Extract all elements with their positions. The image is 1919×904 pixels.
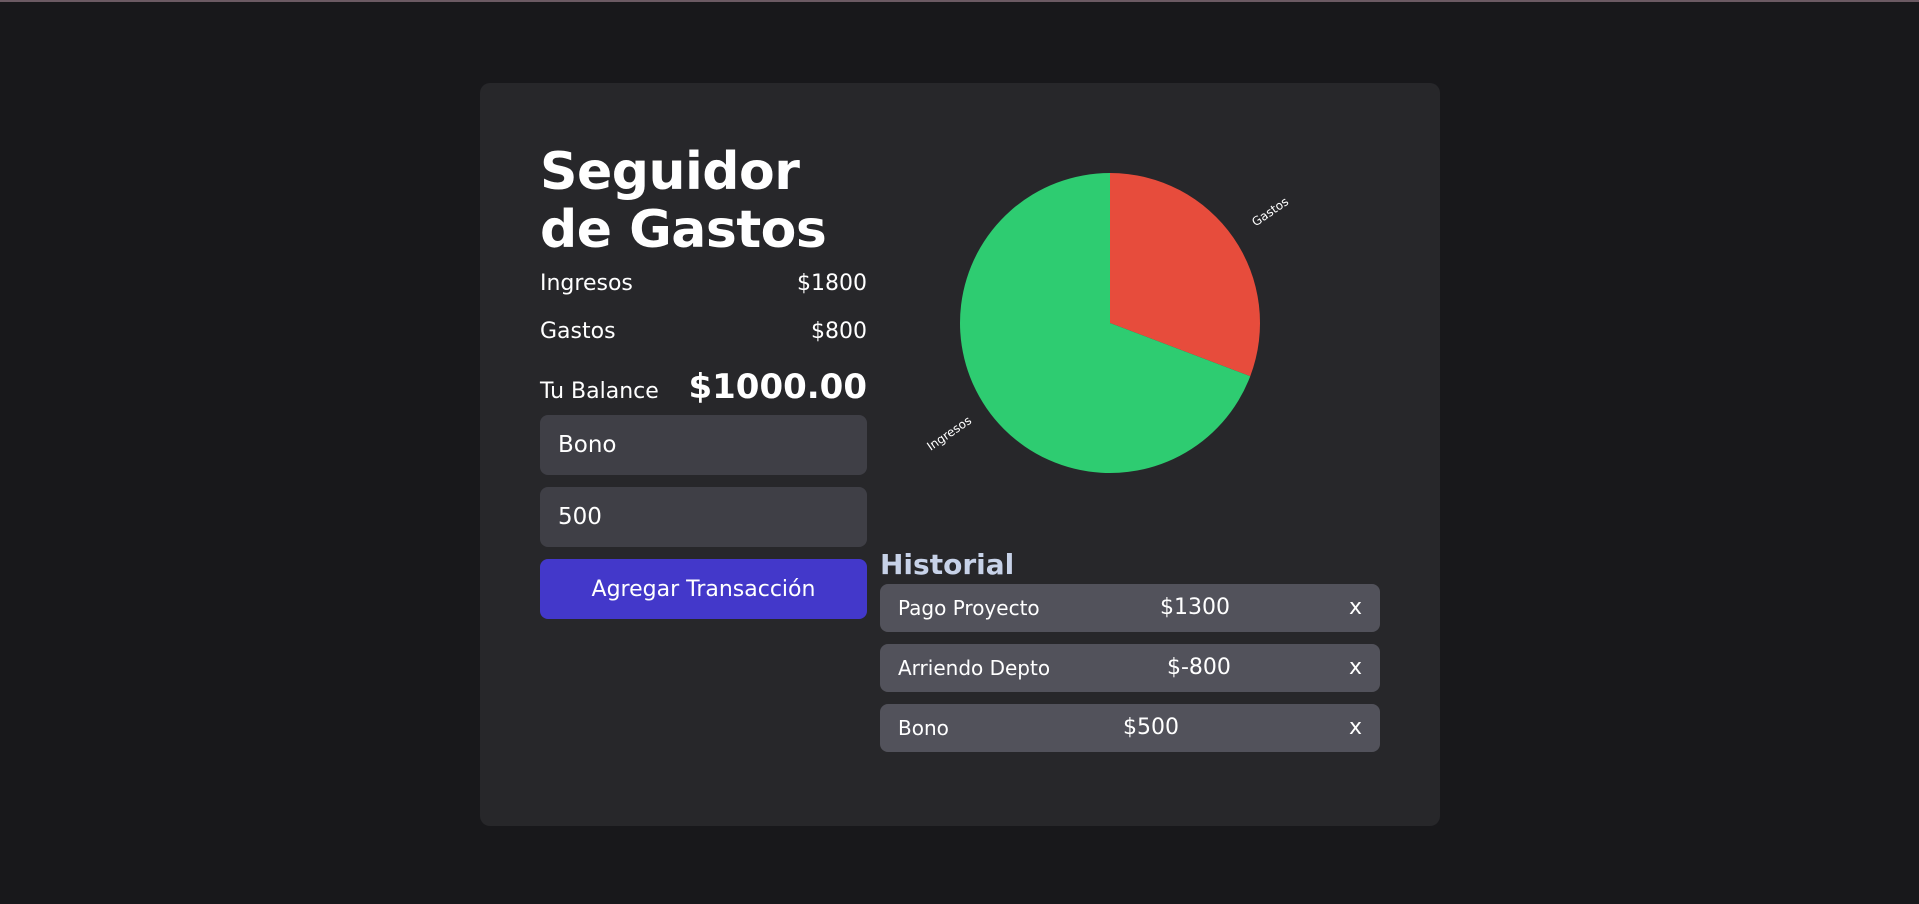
pie-label-gastos: Gastos: [1249, 194, 1291, 229]
income-value: $1800: [797, 271, 867, 296]
expense-tracker-card: Seguidor de Gastos Ingresos $1800 Gastos…: [480, 83, 1440, 826]
left-panel: Seguidor de Gastos Ingresos $1800 Gastos…: [540, 143, 867, 619]
transaction-name-input[interactable]: [540, 415, 867, 475]
delete-transaction-button[interactable]: x: [1349, 655, 1362, 680]
history-item-name: Pago Proyecto: [898, 596, 1040, 620]
expense-value: $800: [811, 319, 867, 344]
delete-transaction-button[interactable]: x: [1349, 595, 1362, 620]
history-panel: Historial Pago Proyecto $1300 x Arriendo…: [880, 548, 1380, 764]
history-item-amount: $-800: [1167, 655, 1231, 680]
history-item-amount: $1300: [1160, 595, 1230, 620]
income-expense-pie-chart: Gastos Ingresos: [924, 173, 1291, 473]
delete-transaction-button[interactable]: x: [1349, 715, 1362, 740]
balance-label: Tu Balance: [540, 379, 659, 404]
window-top-border: [0, 0, 1919, 2]
history-item: Bono $500 x: [880, 704, 1380, 752]
history-item-amount: $500: [1123, 715, 1179, 740]
income-row: Ingresos $1800: [540, 271, 867, 319]
expense-row: Gastos $800: [540, 319, 867, 367]
history-item-name: Arriendo Depto: [898, 656, 1051, 680]
page-title: Seguidor de Gastos: [540, 142, 827, 260]
history-item: Arriendo Depto $-800 x: [880, 644, 1380, 692]
expense-label: Gastos: [540, 319, 616, 344]
balance-row: Tu Balance $1000.00: [540, 367, 867, 407]
income-label: Ingresos: [540, 271, 633, 296]
history-item-name: Bono: [898, 716, 949, 740]
history-item: Pago Proyecto $1300 x: [880, 584, 1380, 632]
transaction-amount-input[interactable]: [540, 487, 867, 547]
balance-value: $1000.00: [688, 367, 867, 407]
pie-label-ingresos: Ingresos: [924, 413, 974, 453]
add-transaction-button[interactable]: Agregar Transacción: [540, 559, 867, 619]
history-title: Historial: [880, 548, 1015, 581]
